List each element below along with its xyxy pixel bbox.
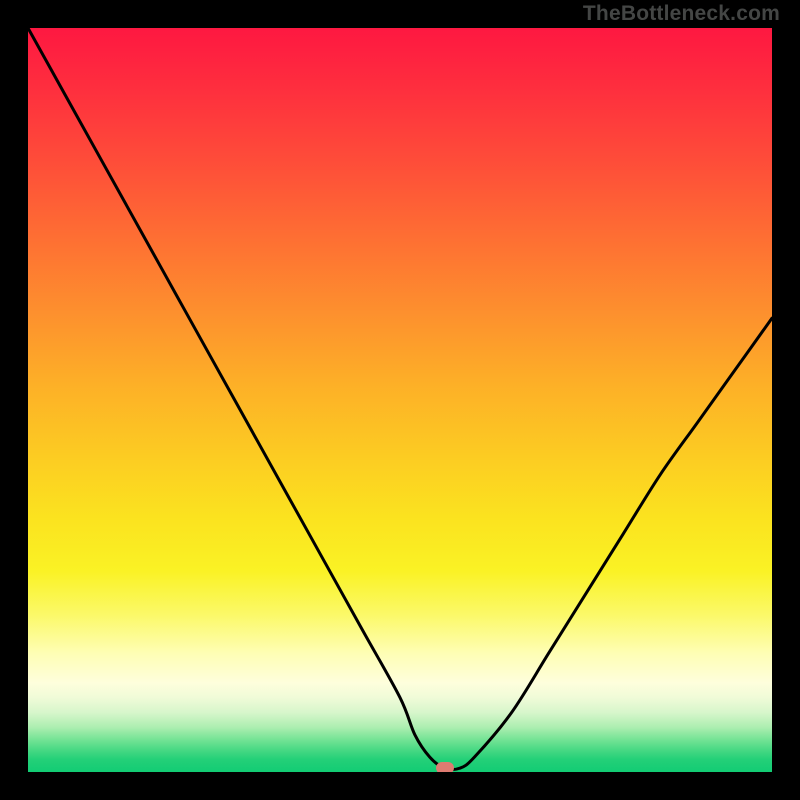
plot-area (28, 28, 772, 772)
bottleneck-curve (28, 28, 772, 772)
chart-frame: TheBottleneck.com (0, 0, 800, 800)
attribution-text: TheBottleneck.com (583, 2, 780, 26)
minimum-marker (436, 762, 454, 772)
